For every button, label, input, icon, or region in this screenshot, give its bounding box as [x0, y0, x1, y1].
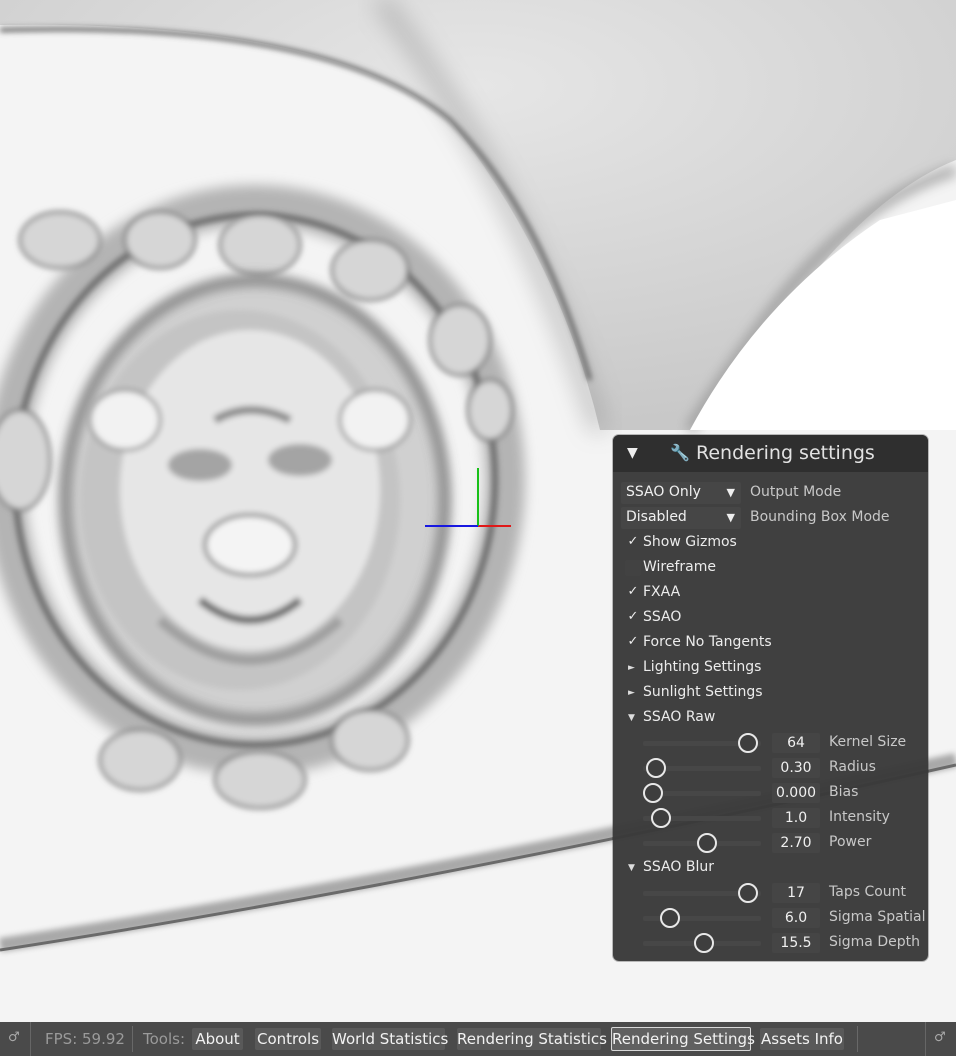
ssao-label: SSAO [643, 609, 682, 625]
sunlight-settings-arrow-icon[interactable]: ► [628, 688, 635, 698]
ssao-blur-taps-count-value[interactable]: 17 [772, 883, 820, 903]
slider-knob[interactable] [643, 783, 663, 803]
ssao-raw-kernel-size-label: Kernel Size [829, 734, 907, 750]
slider-knob[interactable] [697, 833, 717, 853]
ssao-raw-bias-slider[interactable] [643, 783, 761, 803]
slider-knob[interactable] [694, 933, 714, 953]
show-gizmos-checkbox[interactable]: ✓ [625, 534, 641, 550]
lighting-settings-arrow-icon[interactable]: ► [628, 663, 635, 673]
ssao-raw-radius-value[interactable]: 0.30 [772, 758, 820, 778]
output-mode-label: Output Mode [750, 484, 842, 500]
force-no-tangents-label: Force No Tangents [643, 634, 772, 650]
rendering-statistics-button[interactable]: Rendering Statistics [457, 1028, 607, 1050]
ssao-raw-kernel-size-value[interactable]: 64 [772, 733, 820, 753]
bounding-box-mode-value: Disabled [626, 509, 687, 525]
slider-knob[interactable] [738, 883, 758, 903]
ssao-blur-taps-count-slider[interactable] [643, 883, 761, 903]
ssao-raw-intensity-value[interactable]: 1.0 [772, 808, 820, 828]
gender-male-icon: ♂ [8, 1030, 20, 1045]
force-no-tangents-checkbox[interactable]: ✓ [625, 634, 641, 650]
ssao-blur-taps-count-label: Taps Count [829, 884, 907, 900]
rendering-settings-window[interactable]: ▼ 🔧 Rendering settings SSAO Only ▼ Outpu… [613, 435, 928, 961]
ssao-raw-kernel-size-slider[interactable] [643, 733, 761, 753]
ssao-raw-intensity-label: Intensity [829, 809, 890, 825]
ssao-raw-radius-label: Radius [829, 759, 876, 775]
show-gizmos-label: Show Gizmos [643, 534, 737, 550]
gender-male-icon: ♂ [934, 1030, 946, 1045]
window-title: Rendering settings [696, 442, 875, 464]
fxaa-checkbox[interactable]: ✓ [625, 584, 641, 600]
divider [132, 1026, 133, 1052]
ssao-blur-sigma-depth-value[interactable]: 15.5 [772, 933, 820, 953]
lighting-settings-node[interactable]: Lighting Settings [643, 659, 761, 675]
ssao-raw-power-value[interactable]: 2.70 [772, 833, 820, 853]
bounding-box-mode-label: Bounding Box Mode [750, 509, 890, 525]
status-bar: ♂ FPS: 59.92 Tools: About Controls World… [0, 1022, 956, 1056]
ssao-blur-sigma-depth-slider[interactable] [643, 933, 761, 953]
sunlight-settings-node[interactable]: Sunlight Settings [643, 684, 763, 700]
output-mode-combo[interactable]: SSAO Only ▼ [621, 482, 741, 504]
assets-info-button[interactable]: Assets Info [760, 1028, 844, 1050]
window-titlebar[interactable]: ▼ 🔧 Rendering settings [613, 435, 928, 472]
ssao-raw-arrow-icon[interactable]: ▼ [628, 713, 635, 723]
statusbar-right-cap: ♂ [925, 1022, 956, 1056]
bounding-box-mode-combo[interactable]: Disabled ▼ [621, 507, 741, 529]
ssao-raw-node[interactable]: SSAO Raw [643, 709, 715, 725]
wireframe-label: Wireframe [643, 559, 717, 575]
controls-button[interactable]: Controls [255, 1028, 321, 1050]
ssao-raw-bias-label: Bias [829, 784, 859, 800]
tools-label: Tools: [143, 1030, 186, 1048]
fxaa-label: FXAA [643, 584, 681, 600]
ssao-raw-power-label: Power [829, 834, 872, 850]
ssao-blur-sigma-spatial-slider[interactable] [643, 908, 761, 928]
ssao-blur-sigma-spatial-value[interactable]: 6.0 [772, 908, 820, 928]
ssao-raw-radius-slider[interactable] [643, 758, 761, 778]
ssao-blur-arrow-icon[interactable]: ▼ [628, 863, 635, 873]
slider-knob[interactable] [660, 908, 680, 928]
world-statistics-button[interactable]: World Statistics [332, 1028, 448, 1050]
rendering-settings-button[interactable]: Rendering Settings [611, 1027, 755, 1051]
ssao-raw-bias-value[interactable]: 0.000 [772, 783, 820, 803]
ssao-blur-node[interactable]: SSAO Blur [643, 859, 714, 875]
ssao-checkbox[interactable]: ✓ [625, 609, 641, 625]
slider-knob[interactable] [738, 733, 758, 753]
dropdown-arrow-icon: ▼ [726, 511, 735, 524]
ssao-raw-power-slider[interactable] [643, 833, 761, 853]
about-button[interactable]: About [192, 1028, 243, 1050]
collapse-triangle-icon[interactable]: ▼ [627, 445, 638, 461]
wireframe-checkbox[interactable] [625, 560, 641, 576]
fps-counter: FPS: 59.92 [45, 1030, 125, 1048]
divider [857, 1026, 858, 1052]
ssao-blur-sigma-spatial-label: Sigma Spatial [829, 909, 926, 925]
statusbar-left-cap: ♂ [0, 1022, 31, 1056]
slider-knob[interactable] [646, 758, 666, 778]
slider-knob[interactable] [651, 808, 671, 828]
ssao-raw-intensity-slider[interactable] [643, 808, 761, 828]
ssao-blur-sigma-depth-label: Sigma Depth [829, 934, 920, 950]
output-mode-value: SSAO Only [626, 484, 701, 500]
dropdown-arrow-icon: ▼ [726, 486, 735, 499]
wrench-icon: 🔧 [670, 443, 690, 462]
